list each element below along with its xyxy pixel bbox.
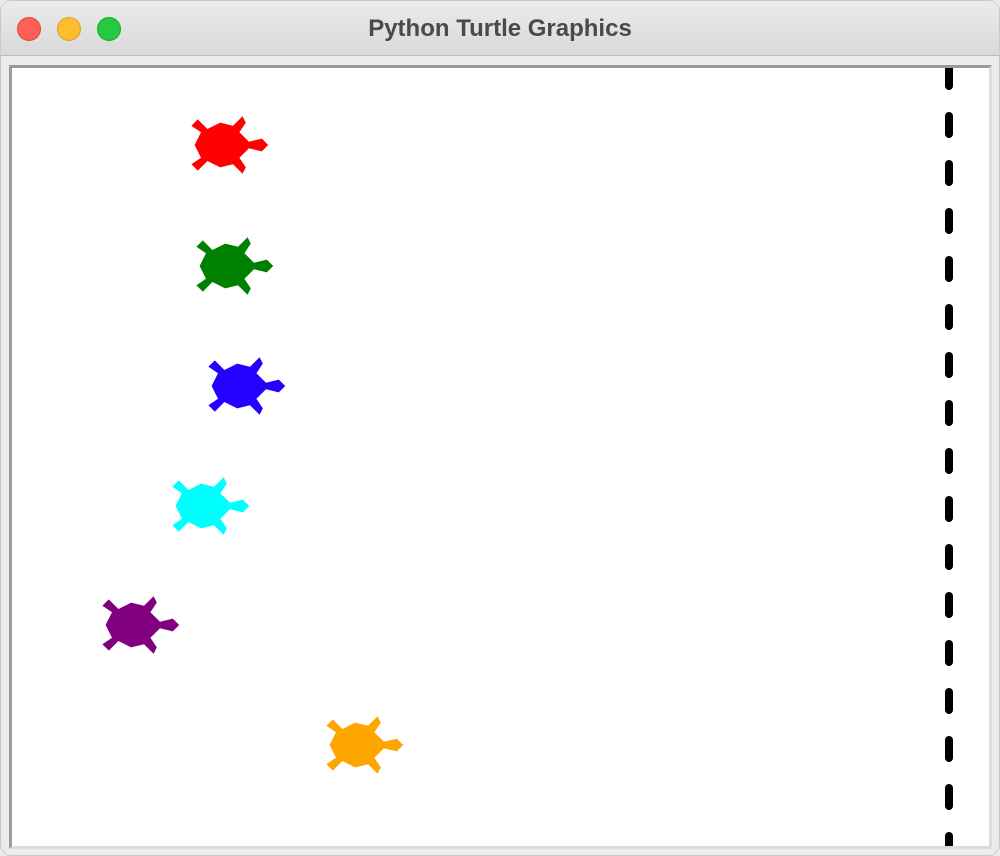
turtle-orange-icon — [326, 716, 404, 774]
turtle-canvas-frame — [9, 65, 992, 849]
turtle-orange — [326, 716, 404, 774]
turtle-cyan-icon — [172, 477, 250, 535]
window-title: Python Turtle Graphics — [368, 15, 632, 42]
title-bar[interactable]: Python Turtle Graphics — [1, 1, 999, 56]
turtle-purple-icon — [102, 596, 180, 654]
turtle-window: Python Turtle Graphics — [0, 0, 1000, 856]
turtle-green-icon — [196, 237, 274, 295]
turtle-green — [196, 237, 274, 295]
turtle-cyan — [172, 477, 250, 535]
turtle-canvas[interactable] — [12, 68, 989, 846]
turtle-purple — [102, 596, 180, 654]
turtle-blue-icon — [208, 357, 286, 415]
turtle-blue — [208, 357, 286, 415]
turtle-red — [191, 116, 269, 174]
turtle-red-icon — [191, 116, 269, 174]
